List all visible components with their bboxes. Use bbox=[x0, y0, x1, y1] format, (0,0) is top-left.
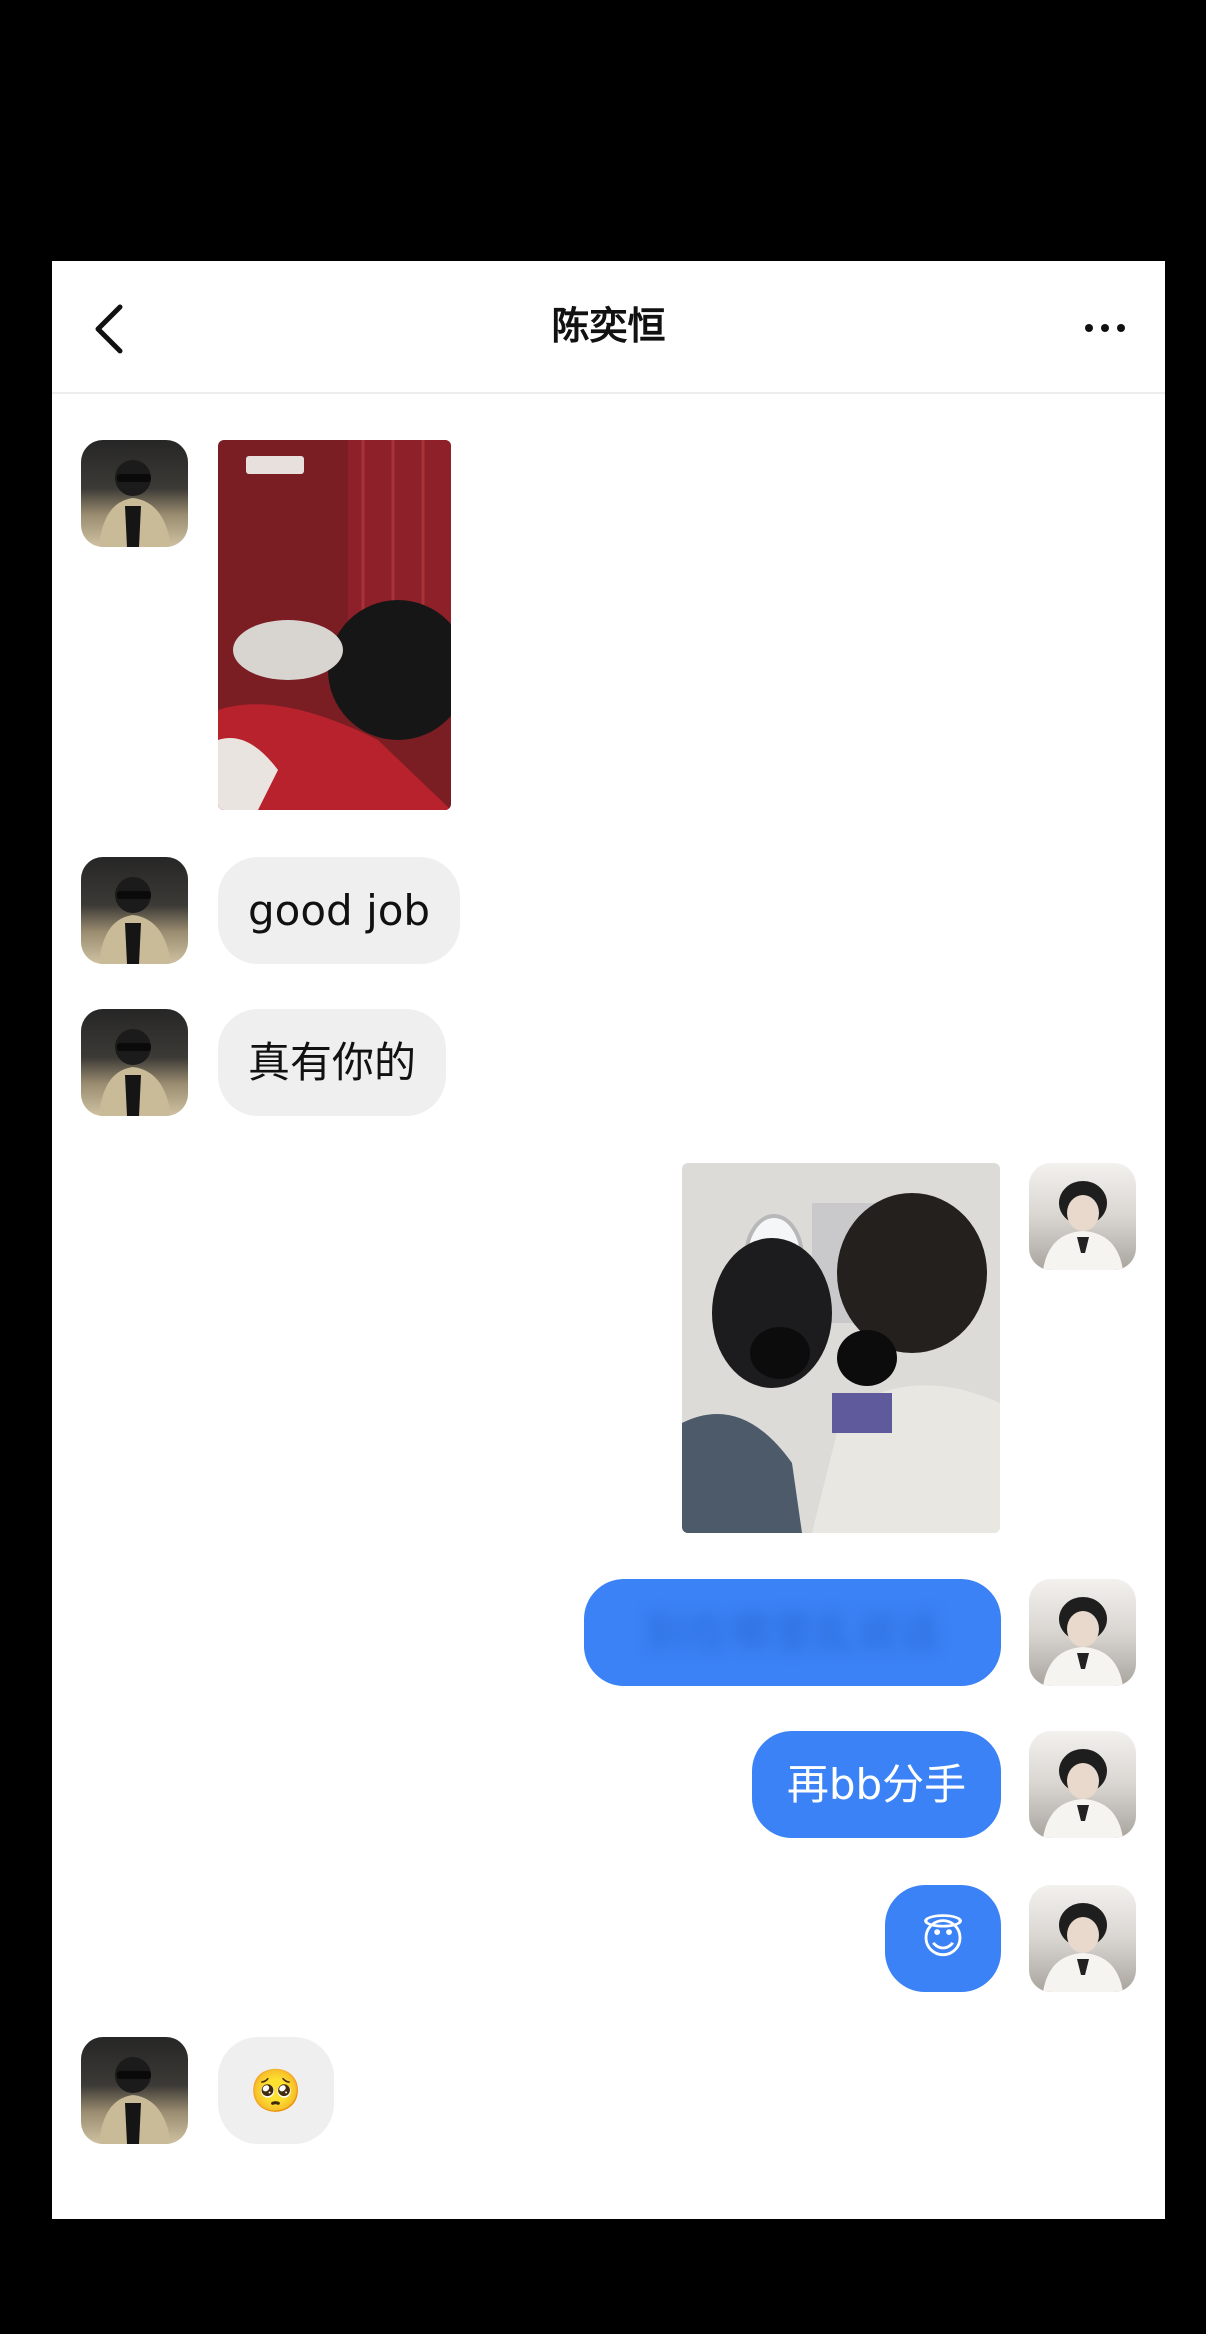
chat-header: 陈奕恒 bbox=[52, 261, 1165, 394]
outgoing-message-bubble[interactable]: 别在哪里乱说话 bbox=[584, 1579, 1001, 1686]
my-avatar[interactable] bbox=[1029, 1163, 1136, 1270]
more-dots-icon bbox=[1081, 317, 1129, 336]
avatar-image bbox=[1043, 1181, 1123, 1270]
contact-avatar[interactable] bbox=[81, 440, 188, 547]
my-avatar[interactable] bbox=[1029, 1579, 1136, 1686]
blurred-message-text: 别在哪里乱说话 bbox=[645, 1608, 940, 1657]
incoming-photo-message[interactable] bbox=[218, 440, 451, 810]
incoming-message-bubble[interactable]: good job bbox=[218, 857, 461, 964]
avatar-image bbox=[99, 460, 171, 547]
chat-screen: 陈奕恒 good job 真有你的 别在哪里乱说话 再bb分手 😇 🥺 bbox=[52, 261, 1165, 2219]
page-title: 陈奕恒 bbox=[551, 304, 666, 348]
avatar-image bbox=[1043, 1597, 1123, 1686]
outgoing-photo-message[interactable] bbox=[682, 1163, 1000, 1533]
photo-image bbox=[218, 440, 451, 810]
contact-avatar[interactable] bbox=[81, 2037, 188, 2144]
my-avatar[interactable] bbox=[1029, 1731, 1136, 1838]
incoming-message-bubble[interactable]: 真有你的 bbox=[218, 1009, 447, 1116]
contact-avatar[interactable] bbox=[81, 1009, 188, 1116]
avatar-image bbox=[99, 1029, 171, 1116]
avatar-image bbox=[1043, 1749, 1123, 1838]
photo-image bbox=[682, 1163, 1000, 1533]
incoming-emoji-bubble[interactable]: 🥺 bbox=[218, 2037, 334, 2144]
avatar-image bbox=[1043, 1903, 1123, 1992]
avatar-image bbox=[99, 2057, 171, 2144]
outgoing-message-bubble[interactable]: 再bb分手 bbox=[752, 1731, 1001, 1838]
outgoing-emoji-bubble[interactable]: 😇 bbox=[885, 1885, 1001, 1992]
avatar-image bbox=[99, 877, 171, 964]
more-button[interactable] bbox=[1081, 317, 1133, 333]
contact-avatar[interactable] bbox=[81, 857, 188, 964]
my-avatar[interactable] bbox=[1029, 1885, 1136, 1992]
